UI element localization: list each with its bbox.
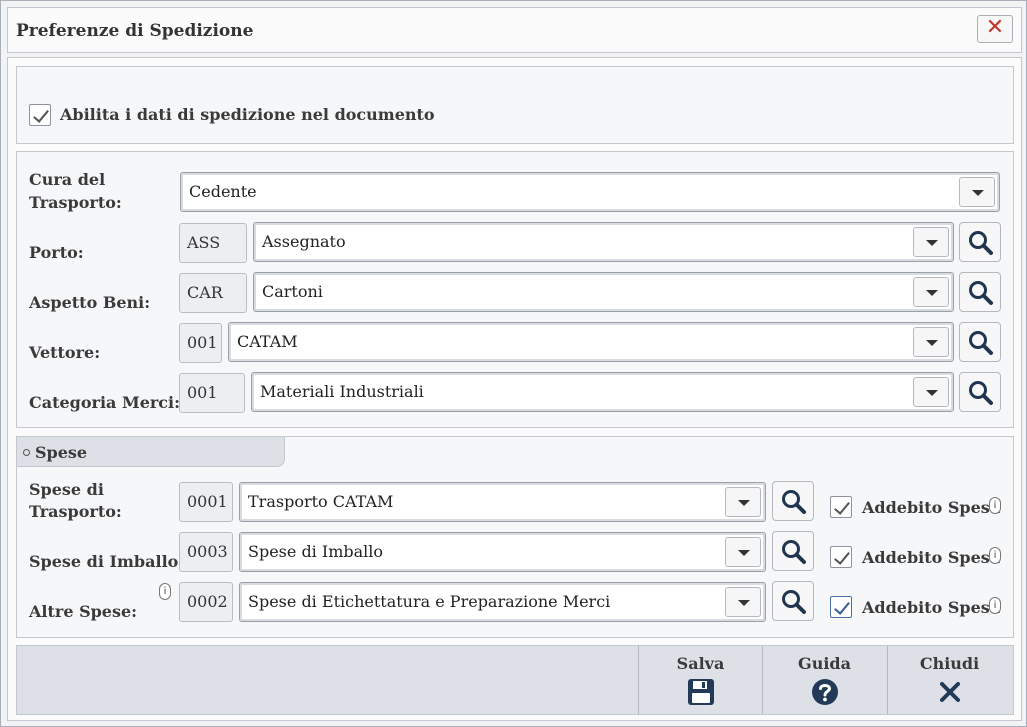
cura-label-line1: Cura del — [29, 170, 106, 189]
spese-title: Spese — [35, 443, 88, 462]
search-icon — [969, 331, 993, 355]
spese-trasporto-value: Trasporto CATAM — [248, 492, 394, 511]
collapse-circle-icon — [23, 449, 30, 456]
floppy-disk-icon — [688, 679, 714, 705]
enable-shipping-checkbox[interactable] — [29, 104, 51, 126]
aspetto-search-button[interactable] — [959, 272, 1001, 312]
spese-imballo-search-button[interactable] — [772, 531, 814, 571]
close-icon — [940, 682, 960, 702]
info-icon[interactable]: i — [989, 597, 1001, 614]
help-button[interactable]: Guida — [762, 646, 886, 714]
save-label: Salva — [676, 654, 725, 673]
transport-section: Cura del Trasporto: Cedente Porto: ASS A… — [16, 151, 1014, 428]
info-icon[interactable]: i — [989, 497, 1001, 514]
vettore-select[interactable]: CATAM — [228, 322, 954, 362]
chevron-down-icon[interactable] — [913, 327, 949, 357]
categoria-select[interactable]: Materiali Industriali — [251, 372, 954, 412]
question-circle-icon — [812, 679, 838, 705]
help-label: Guida — [798, 654, 851, 673]
spese-trasporto-label-line2: Trasporto: — [29, 502, 122, 521]
addebito-trasporto-checkbox[interactable] — [830, 496, 852, 518]
search-icon — [782, 540, 806, 564]
vettore-code-field[interactable]: 001 — [179, 323, 222, 363]
save-button[interactable]: Salva — [638, 646, 762, 714]
dialog-body: Abilita i dati di spedizione nel documen… — [7, 57, 1022, 721]
addebito-imballo-checkbox[interactable] — [830, 546, 852, 568]
chevron-down-icon[interactable] — [725, 587, 761, 617]
altre-spese-select[interactable]: Spese di Etichettatura e Preparazione Me… — [239, 582, 766, 622]
chevron-down-icon[interactable] — [913, 277, 949, 307]
spese-trasporto-search-button[interactable] — [772, 481, 814, 521]
dialog-title: Preferenze di Spedizione — [16, 21, 254, 41]
footer-toolbar: Salva Guida Chiudi — [16, 645, 1014, 715]
categoria-code-field[interactable]: 001 — [179, 373, 245, 413]
search-icon — [969, 231, 993, 255]
vettore-search-button[interactable] — [959, 322, 1001, 362]
spese-imballo-code-field[interactable]: 0003 — [179, 532, 233, 572]
search-icon — [782, 590, 806, 614]
chevron-down-icon[interactable] — [725, 487, 761, 517]
spese-section-header[interactable]: Spese — [17, 437, 285, 467]
cura-label-line2: Trasporto: — [29, 193, 122, 212]
spese-imballo-label: Spese di Imballo: — [29, 552, 185, 571]
porto-code-field[interactable]: ASS — [179, 223, 247, 263]
vettore-value: CATAM — [237, 332, 298, 351]
porto-select[interactable]: Assegnato — [253, 222, 954, 262]
enable-section: Abilita i dati di spedizione nel documen… — [16, 66, 1014, 144]
title-bar: Preferenze di Spedizione ✕ — [7, 7, 1022, 53]
aspetto-select[interactable]: Cartoni — [253, 272, 954, 312]
chevron-down-icon[interactable] — [913, 377, 949, 407]
search-icon — [969, 281, 993, 305]
spese-imballo-select[interactable]: Spese di Imballo — [239, 532, 766, 572]
porto-value: Assegnato — [262, 232, 346, 251]
close-icon[interactable]: ✕ — [977, 15, 1013, 43]
close-button[interactable]: Chiudi — [887, 646, 1011, 714]
chevron-down-icon[interactable] — [725, 537, 761, 567]
cura-trasporto-value: Cedente — [189, 182, 257, 201]
chevron-down-icon[interactable] — [913, 227, 949, 257]
porto-search-button[interactable] — [959, 222, 1001, 262]
spese-imballo-value: Spese di Imballo — [248, 542, 384, 561]
addebito-altre-label: Addebito Spesa — [862, 598, 1001, 617]
cura-trasporto-select[interactable]: Cedente — [180, 172, 1000, 212]
spese-trasporto-code-field[interactable]: 0001 — [179, 482, 233, 522]
shipping-preferences-dialog: Preferenze di Spedizione ✕ Abilita i dat… — [0, 0, 1027, 727]
altre-spese-label: Altre Spese: — [29, 602, 138, 621]
aspetto-code-field[interactable]: CAR — [179, 273, 247, 313]
addebito-imballo-label: Addebito Spesa — [862, 548, 1001, 567]
chevron-down-icon[interactable] — [959, 177, 995, 207]
close-label: Chiudi — [919, 654, 980, 673]
enable-shipping-label: Abilita i dati di spedizione nel documen… — [60, 105, 435, 124]
vettore-label: Vettore: — [29, 343, 101, 362]
info-icon[interactable]: i — [989, 547, 1001, 564]
search-icon — [782, 490, 806, 514]
categoria-search-button[interactable] — [959, 372, 1001, 412]
aspetto-label: Aspetto Beni: — [29, 293, 151, 312]
categoria-label: Categoria Merci: — [29, 393, 181, 412]
porto-label: Porto: — [29, 243, 84, 262]
spese-trasporto-label-line1: Spese di — [29, 480, 104, 499]
addebito-trasporto-label: Addebito Spesa — [862, 498, 1001, 517]
search-icon — [969, 381, 993, 405]
altre-spese-value: Spese di Etichettatura e Preparazione Me… — [248, 592, 611, 611]
spese-trasporto-select[interactable]: Trasporto CATAM — [239, 482, 766, 522]
info-icon[interactable]: i — [159, 583, 171, 600]
addebito-altre-checkbox[interactable] — [830, 596, 852, 618]
altre-spese-search-button[interactable] — [772, 581, 814, 621]
categoria-value: Materiali Industriali — [260, 382, 424, 401]
spese-section: Spese Spese di Trasporto: 0001 Trasporto… — [16, 436, 1014, 638]
altre-spese-code-field[interactable]: 0002 — [179, 582, 233, 622]
aspetto-value: Cartoni — [262, 282, 323, 301]
